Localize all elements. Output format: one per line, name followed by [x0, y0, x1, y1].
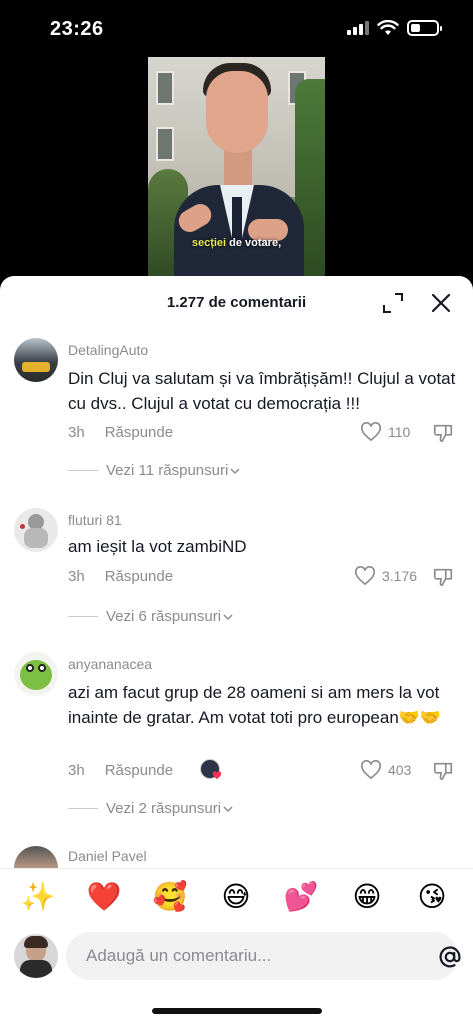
comment-meta: 3h Răspunde: [68, 568, 173, 585]
comment-time: 3h: [68, 568, 85, 585]
red-heart-emoji-button[interactable]: ❤️: [86, 881, 122, 913]
like-count: 110: [388, 424, 411, 440]
battery-icon: [407, 20, 442, 36]
view-replies-button[interactable]: Vezi 11 răspunsuri: [68, 462, 240, 479]
comment-meta: 3h Răspunde: [68, 762, 173, 779]
dislike-icon[interactable]: [432, 760, 454, 782]
close-icon[interactable]: [428, 290, 454, 316]
view-replies-label: Vezi 6 răspunsuri: [106, 608, 222, 625]
heart-icon: [361, 760, 381, 780]
like-button[interactable]: 110: [360, 422, 410, 442]
wifi-icon: [377, 20, 399, 35]
like-count: 403: [388, 762, 412, 778]
caption-highlight: secției: [191, 237, 227, 249]
video-caption: secției de votare,: [148, 237, 325, 249]
heart-icon: [355, 566, 375, 586]
reply-button[interactable]: Răspunde: [105, 424, 173, 441]
comment-text: Din Cluj va salutam și va îmbrățișăm!! C…: [68, 369, 456, 413]
smiling-hearts-emoji-button[interactable]: 🥰: [152, 881, 188, 913]
sweat-smile-emoji-button[interactable]: 😅: [218, 881, 254, 913]
kiss-emoji-button[interactable]: 😘: [414, 881, 450, 913]
screen: 23:26 secției de votare, 1.277 de coment…: [0, 0, 473, 1024]
comment-username[interactable]: Daniel Pavel: [68, 848, 147, 864]
reply-button[interactable]: Răspunde: [105, 568, 173, 585]
comment-username[interactable]: fluturi 81: [68, 512, 122, 528]
comment-input[interactable]: Adaugă un comentariu...: [66, 932, 461, 980]
avatar[interactable]: [14, 508, 58, 552]
two-hearts-emoji-button[interactable]: 💕: [283, 881, 319, 913]
heart-icon: [361, 422, 381, 442]
status-time: 23:26: [50, 18, 104, 40]
chevron-down-icon: [230, 467, 240, 474]
dislike-icon[interactable]: [432, 422, 454, 444]
reply-button[interactable]: Răspunde: [105, 762, 173, 779]
view-replies-label: Vezi 11 răspunsuri: [106, 462, 229, 479]
comment-text: azi am facut grup de 28 oameni si am mer…: [68, 683, 442, 727]
speaker-face: [206, 71, 268, 153]
comment-username[interactable]: anyananacea: [68, 656, 152, 672]
comment-input-placeholder: Adaugă un comentariu...: [86, 946, 272, 965]
expand-icon[interactable]: [380, 290, 406, 316]
comment-username[interactable]: DetalingAuto: [68, 342, 148, 358]
status-bar: 23:26: [0, 0, 473, 60]
divider: [68, 808, 98, 809]
grin-emoji-button[interactable]: 😁: [349, 881, 385, 913]
like-button[interactable]: 3.176: [354, 566, 417, 586]
sheet-header: 1.277 de comentarii: [0, 276, 473, 328]
avatar[interactable]: [14, 652, 58, 696]
divider: [68, 470, 98, 471]
sparkles-emoji-button[interactable]: ✨: [20, 881, 56, 913]
view-replies-button[interactable]: Vezi 2 răspunsuri: [68, 800, 233, 817]
dislike-icon[interactable]: [432, 566, 454, 588]
avatar[interactable]: [14, 338, 58, 382]
my-avatar[interactable]: [14, 934, 58, 978]
view-replies-label: Vezi 2 răspunsuri: [106, 800, 222, 817]
video-player[interactable]: secției de votare,: [148, 57, 325, 279]
heart-icon: [212, 771, 222, 780]
divider: [68, 616, 98, 617]
chevron-down-icon: [223, 805, 233, 812]
comment-text: am ieșit la vot zambiND: [68, 537, 247, 556]
comment-input-row: Adaugă un comentariu...: [0, 926, 473, 1024]
mention-icon[interactable]: [438, 945, 462, 969]
status-icons: [347, 20, 442, 36]
comment-time: 3h: [68, 762, 85, 779]
comment-time: 3h: [68, 424, 85, 441]
cellular-signal-icon: [347, 21, 369, 35]
caption-text: de votare,: [226, 237, 282, 249]
like-button[interactable]: 403: [360, 760, 411, 780]
creator-liked-badge: [200, 759, 222, 781]
comment-meta: 3h Răspunde: [68, 424, 173, 441]
view-replies-button[interactable]: Vezi 6 răspunsuri: [68, 608, 233, 625]
chevron-down-icon: [223, 613, 233, 620]
like-count: 3.176: [382, 568, 418, 584]
home-indicator: [152, 1008, 322, 1014]
emoji-quick-bar: ✨ ❤️ 🥰 😅 💕 😁 😘: [0, 868, 473, 926]
